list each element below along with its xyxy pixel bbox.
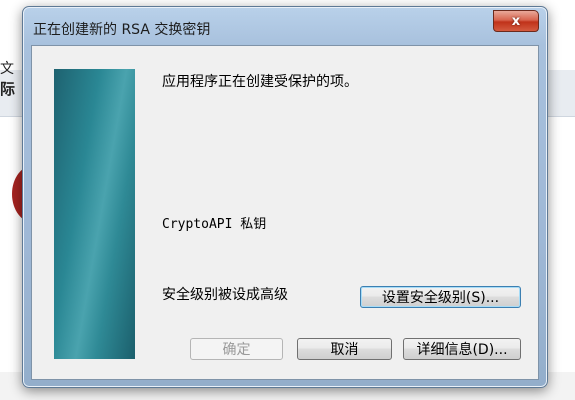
close-button[interactable]: x <box>493 10 539 32</box>
dialog-heading: 应用程序正在创建受保护的项。 <box>162 74 358 90</box>
details-button[interactable]: 详细信息(D)... <box>403 338 521 360</box>
ok-button[interactable]: 确定 <box>190 338 283 360</box>
security-level-text: 安全级别被设成高级 <box>162 287 288 303</box>
set-security-level-button[interactable]: 设置安全级别(S)... <box>360 286 521 308</box>
dialog-title: 正在创建新的 RSA 交换密钥 <box>33 22 211 38</box>
rsa-key-dialog: 正在创建新的 RSA 交换密钥 x 应用程序正在创建受保护的项。 CryptoA… <box>22 6 548 388</box>
close-icon: x <box>511 13 521 29</box>
protected-item-name: CryptoAPI 私钥 <box>162 217 267 232</box>
dialog-client-area: 应用程序正在创建受保护的项。 CryptoAPI 私钥 安全级别被设成高级 设置… <box>31 45 539 380</box>
side-banner-image <box>54 69 135 359</box>
dialog-titlebar[interactable]: 正在创建新的 RSA 交换密钥 x <box>23 7 547 43</box>
background-text-fragment: 文 <box>0 61 14 77</box>
background-text-fragment: 际 <box>0 80 16 98</box>
cancel-button[interactable]: 取消 <box>297 338 392 360</box>
